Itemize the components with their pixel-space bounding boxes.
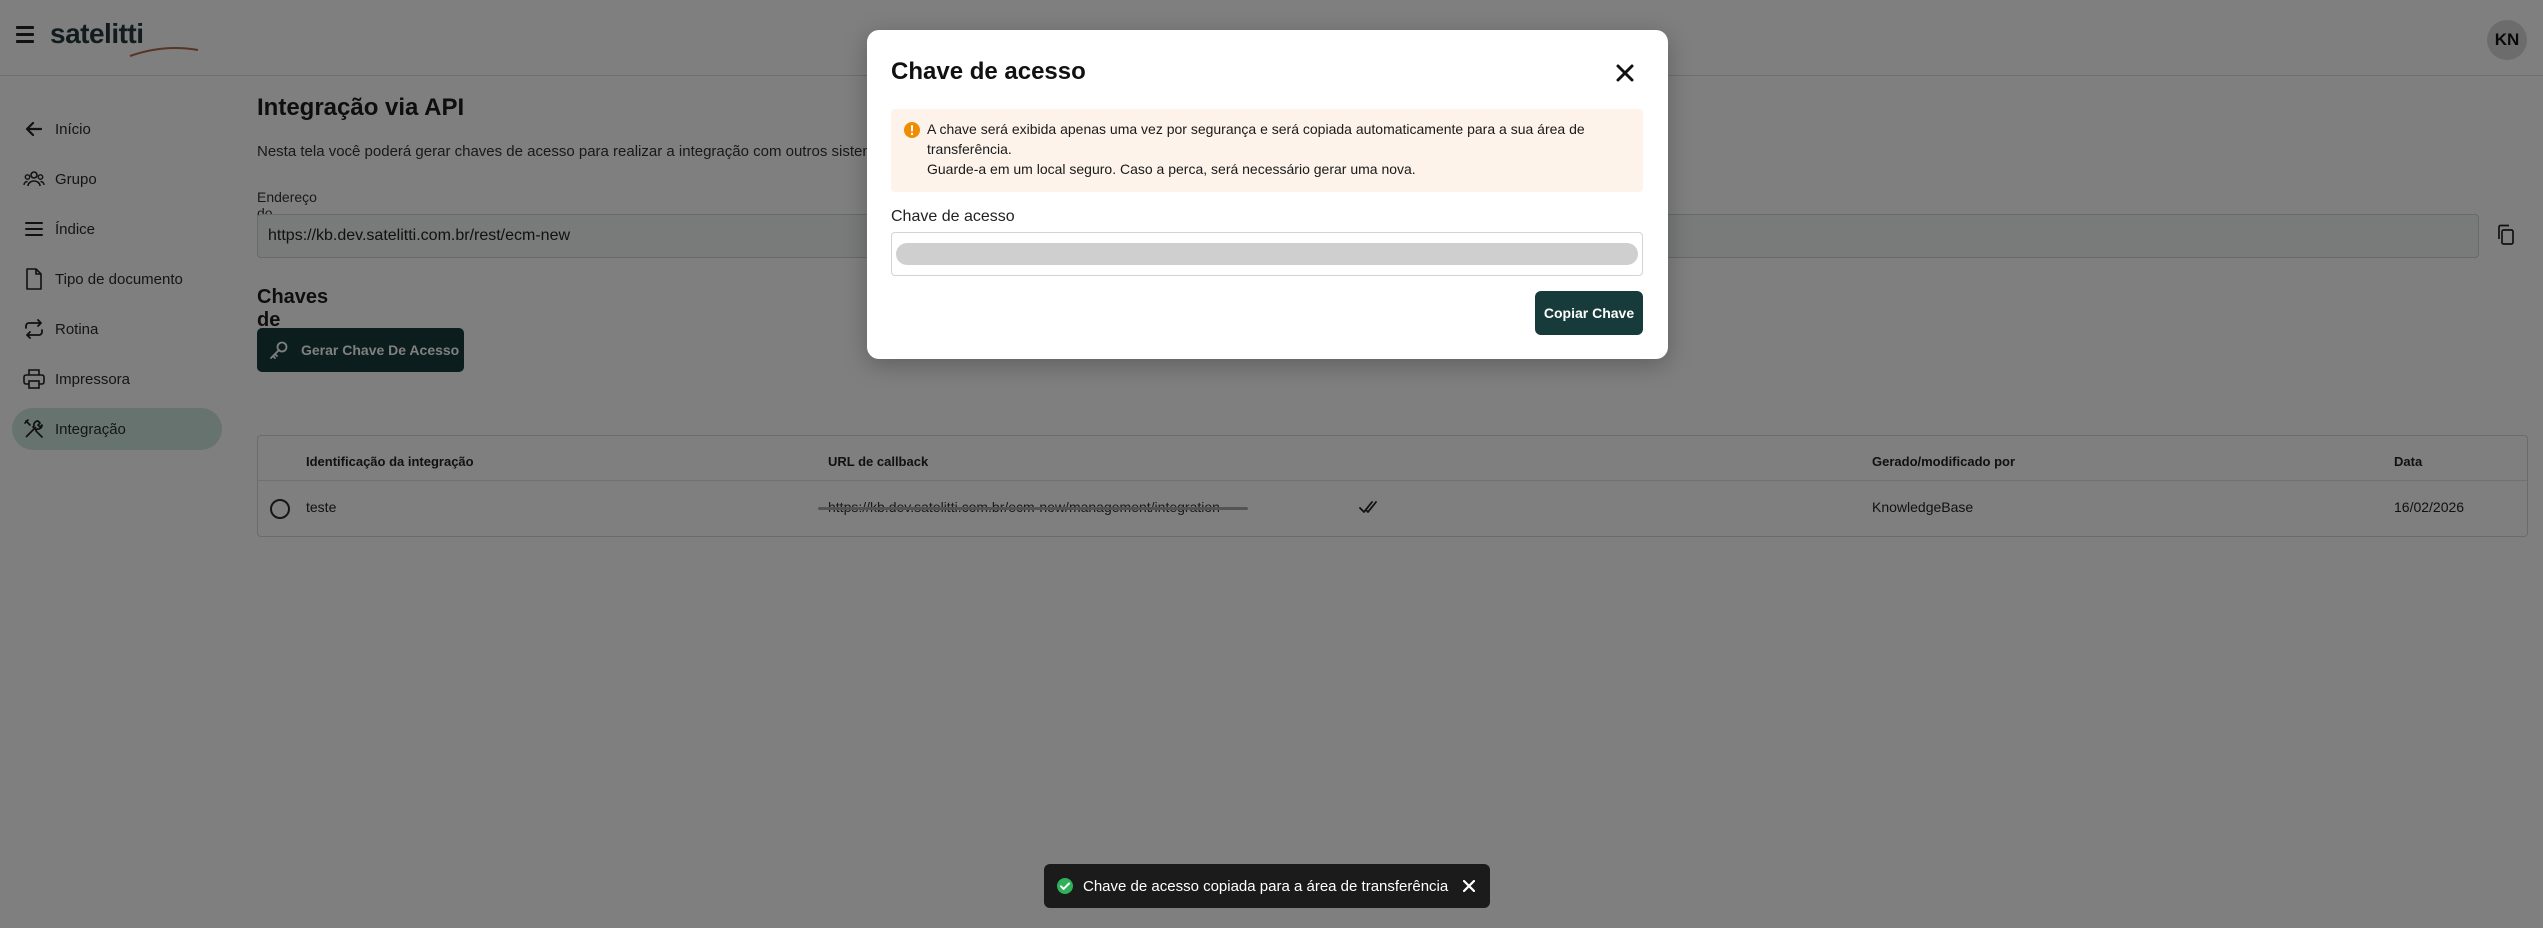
copy-key-button[interactable]: Copiar Chave <box>1535 291 1643 335</box>
alert-line-1: A chave será exibida apenas uma vez por … <box>927 121 1585 157</box>
close-icon <box>1616 64 1634 82</box>
success-toast: Chave de acesso copiada para a área de t… <box>1044 864 1490 908</box>
warning-alert: A chave será exibida apenas uma vez por … <box>891 109 1643 192</box>
toast-close-button[interactable] <box>1460 877 1478 895</box>
access-key-field[interactable] <box>891 232 1643 276</box>
toast-message: Chave de acesso copiada para a área de t… <box>1083 877 1449 895</box>
alert-text: A chave será exibida apenas uma vez por … <box>927 119 1627 179</box>
dialog-close-button[interactable] <box>1610 58 1640 88</box>
access-key-label: Chave de acesso <box>891 208 1015 225</box>
access-key-dialog: Chave de acesso A chave será exibida ape… <box>867 30 1668 359</box>
warning-icon <box>904 122 920 138</box>
close-icon <box>1463 880 1475 892</box>
dialog-title: Chave de acesso <box>891 58 1086 85</box>
check-circle-icon <box>1057 878 1073 894</box>
access-key-masked-value <box>896 243 1638 265</box>
alert-line-2: Guarde-a em um local seguro. Caso a perc… <box>927 161 1416 177</box>
